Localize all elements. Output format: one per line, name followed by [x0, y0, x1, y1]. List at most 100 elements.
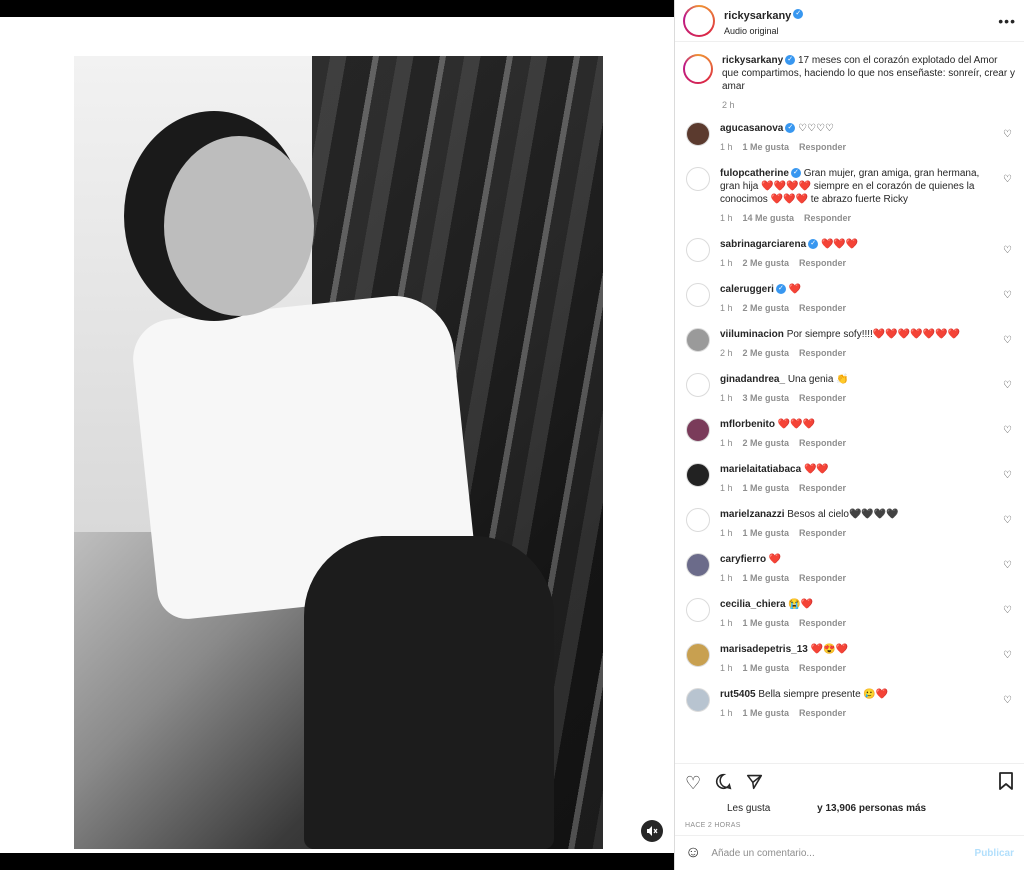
comments-list[interactable]: rickysarkany ✓ 17 meses con el corazón ex… [675, 42, 1024, 763]
comment-like-heart-icon[interactable]: ♡ [1003, 129, 1012, 140]
post-header: rickysarkany ✓ Audio original ••• [675, 0, 1024, 42]
comment-item: marisadepetris_13 ❤️😍❤️ 1 h 1 Me gusta Resp… [683, 643, 1016, 675]
comment-avatar[interactable] [686, 373, 710, 397]
comment-likes-link[interactable]: 14 Me gusta [743, 212, 795, 225]
comment-username[interactable]: mflorbenito [720, 419, 775, 430]
comment-username[interactable]: ginadandrea_ [720, 374, 785, 385]
comment-like-heart-icon[interactable]: ♡ [1003, 425, 1012, 436]
author-username[interactable]: rickysarkany [724, 10, 791, 22]
comment-avatar[interactable] [686, 238, 710, 262]
comment-like-heart-icon[interactable]: ♡ [1003, 335, 1012, 346]
comment-likes-link[interactable]: 2 Me gusta [743, 437, 790, 450]
comment-avatar[interactable] [686, 508, 710, 532]
comment-likes-link[interactable]: 1 Me gusta [743, 662, 790, 675]
comment-avatar[interactable] [686, 283, 710, 307]
comment-username[interactable]: fulopcatherine [720, 168, 789, 179]
comment-likes-link[interactable]: 2 Me gusta [743, 347, 790, 360]
comment-likes-link[interactable]: 1 Me gusta [743, 527, 790, 540]
comment-avatar[interactable] [686, 122, 710, 146]
comment-item: viiluminacion Por siempre sofy!!!!❤️❤️❤️… [683, 328, 1016, 360]
comment-reply-button[interactable]: Responder [799, 392, 846, 405]
more-options-icon[interactable]: ••• [998, 13, 1016, 29]
comment-username[interactable]: viiluminacion [720, 329, 784, 340]
caption-username[interactable]: rickysarkany [722, 55, 783, 66]
comment-like-heart-icon[interactable]: ♡ [1003, 245, 1012, 256]
comment-reply-button[interactable]: Responder [799, 141, 846, 154]
comment-likes-link[interactable]: 1 Me gusta [743, 617, 790, 630]
comment-username[interactable]: marielzanazzi [720, 509, 784, 520]
comment-like-heart-icon[interactable]: ♡ [1003, 560, 1012, 571]
verified-badge-icon: ✓ [793, 9, 804, 20]
comment-text: ❤️❤️❤️ [820, 239, 859, 250]
comment-likes-link[interactable]: 3 Me gusta [743, 392, 790, 405]
comment-username[interactable]: marisadepetris_13 [720, 644, 808, 655]
comment-avatar[interactable] [686, 328, 710, 352]
comment-like-heart-icon[interactable]: ♡ [1003, 174, 1012, 185]
comment-text: ❤️ [788, 284, 802, 295]
comment-username[interactable]: caleruggeri [720, 284, 774, 295]
comment-username[interactable]: sabrinagarciarena [720, 239, 806, 250]
comment-likes-link[interactable]: 2 Me gusta [743, 257, 790, 270]
comment-likes-link[interactable]: 1 Me gusta [743, 141, 790, 154]
verified-badge-icon: ✓ [775, 284, 786, 295]
comment-like-heart-icon[interactable]: ♡ [1003, 380, 1012, 391]
publish-button[interactable]: Publicar [975, 848, 1014, 859]
comment-reply-button[interactable]: Responder [799, 302, 846, 315]
post-photo[interactable] [74, 56, 603, 849]
caption-avatar[interactable] [683, 54, 713, 84]
comment-avatar[interactable] [686, 553, 710, 577]
comment-icon[interactable] [715, 773, 732, 795]
comment-reply-button[interactable]: Responder [799, 617, 846, 630]
comment-reply-button[interactable]: Responder [799, 257, 846, 270]
bookmark-icon[interactable] [998, 772, 1014, 795]
comment-avatar[interactable] [686, 688, 710, 712]
comment-likes-link[interactable]: 1 Me gusta [743, 482, 790, 495]
emoji-icon[interactable]: ☺ [685, 844, 701, 862]
comment-username[interactable]: cecilia_chiera [720, 599, 786, 610]
comment-likes-link[interactable]: 1 Me gusta [743, 707, 790, 720]
comment-like-heart-icon[interactable]: ♡ [1003, 515, 1012, 526]
likes-prefix: Les gusta [727, 803, 771, 814]
comment-avatar[interactable] [686, 463, 710, 487]
comment-reply-button[interactable]: Responder [799, 482, 846, 495]
audio-label[interactable]: Audio original [724, 26, 998, 36]
verified-badge-icon: ✓ [785, 123, 796, 134]
comment-avatar[interactable] [686, 167, 710, 191]
share-icon[interactable] [746, 773, 763, 795]
comment-username[interactable]: rut5405 [720, 689, 756, 700]
comment-text: Bella siempre presente 🥲❤️ [758, 689, 889, 700]
comment-username[interactable]: agucasanova [720, 123, 783, 134]
comment-like-heart-icon[interactable]: ♡ [1003, 470, 1012, 481]
comment-username[interactable]: caryfierro [720, 554, 766, 565]
media-frame [0, 17, 674, 853]
comment-like-heart-icon[interactable]: ♡ [1003, 695, 1012, 706]
comment-reply-button[interactable]: Responder [804, 212, 851, 225]
comment-reply-button[interactable]: Responder [799, 572, 846, 585]
comment-likes-link[interactable]: 1 Me gusta [743, 572, 790, 585]
comment-username[interactable]: marielaitatiabaca [720, 464, 801, 475]
comment-avatar[interactable] [686, 643, 710, 667]
comment-time: 1 h [720, 573, 733, 583]
comment-time: 1 h [720, 303, 733, 313]
comment-like-heart-icon[interactable]: ♡ [1003, 650, 1012, 661]
comment-text: ♡♡♡♡ [798, 123, 835, 134]
photo-figure-legs [304, 536, 554, 849]
comment-reply-button[interactable]: Responder [799, 662, 846, 675]
comment-likes-link[interactable]: 2 Me gusta [743, 302, 790, 315]
comment-like-heart-icon[interactable]: ♡ [1003, 290, 1012, 301]
comment-avatar[interactable] [686, 418, 710, 442]
author-avatar[interactable] [683, 4, 715, 37]
comment-reply-button[interactable]: Responder [799, 437, 846, 450]
comment-item: caleruggeri ✓ ❤️ 1 h 2 Me gusta Responder ♡ [683, 283, 1016, 315]
comment-input[interactable] [711, 847, 975, 859]
comment-avatar[interactable] [686, 598, 710, 622]
comment-reply-button[interactable]: Responder [799, 707, 846, 720]
comment-reply-button[interactable]: Responder [799, 527, 846, 540]
heart-icon[interactable]: ♡ [685, 773, 701, 794]
comment-item: rut5405 Bella siempre presente 🥲❤️ 1 h 1 M… [683, 688, 1016, 720]
mute-button[interactable] [641, 820, 663, 842]
comment-reply-button[interactable]: Responder [799, 347, 846, 360]
comment-like-heart-icon[interactable]: ♡ [1003, 605, 1012, 616]
likes-count-link[interactable]: y 13,906 personas más [817, 803, 926, 814]
comment-time: 1 h [720, 438, 733, 448]
